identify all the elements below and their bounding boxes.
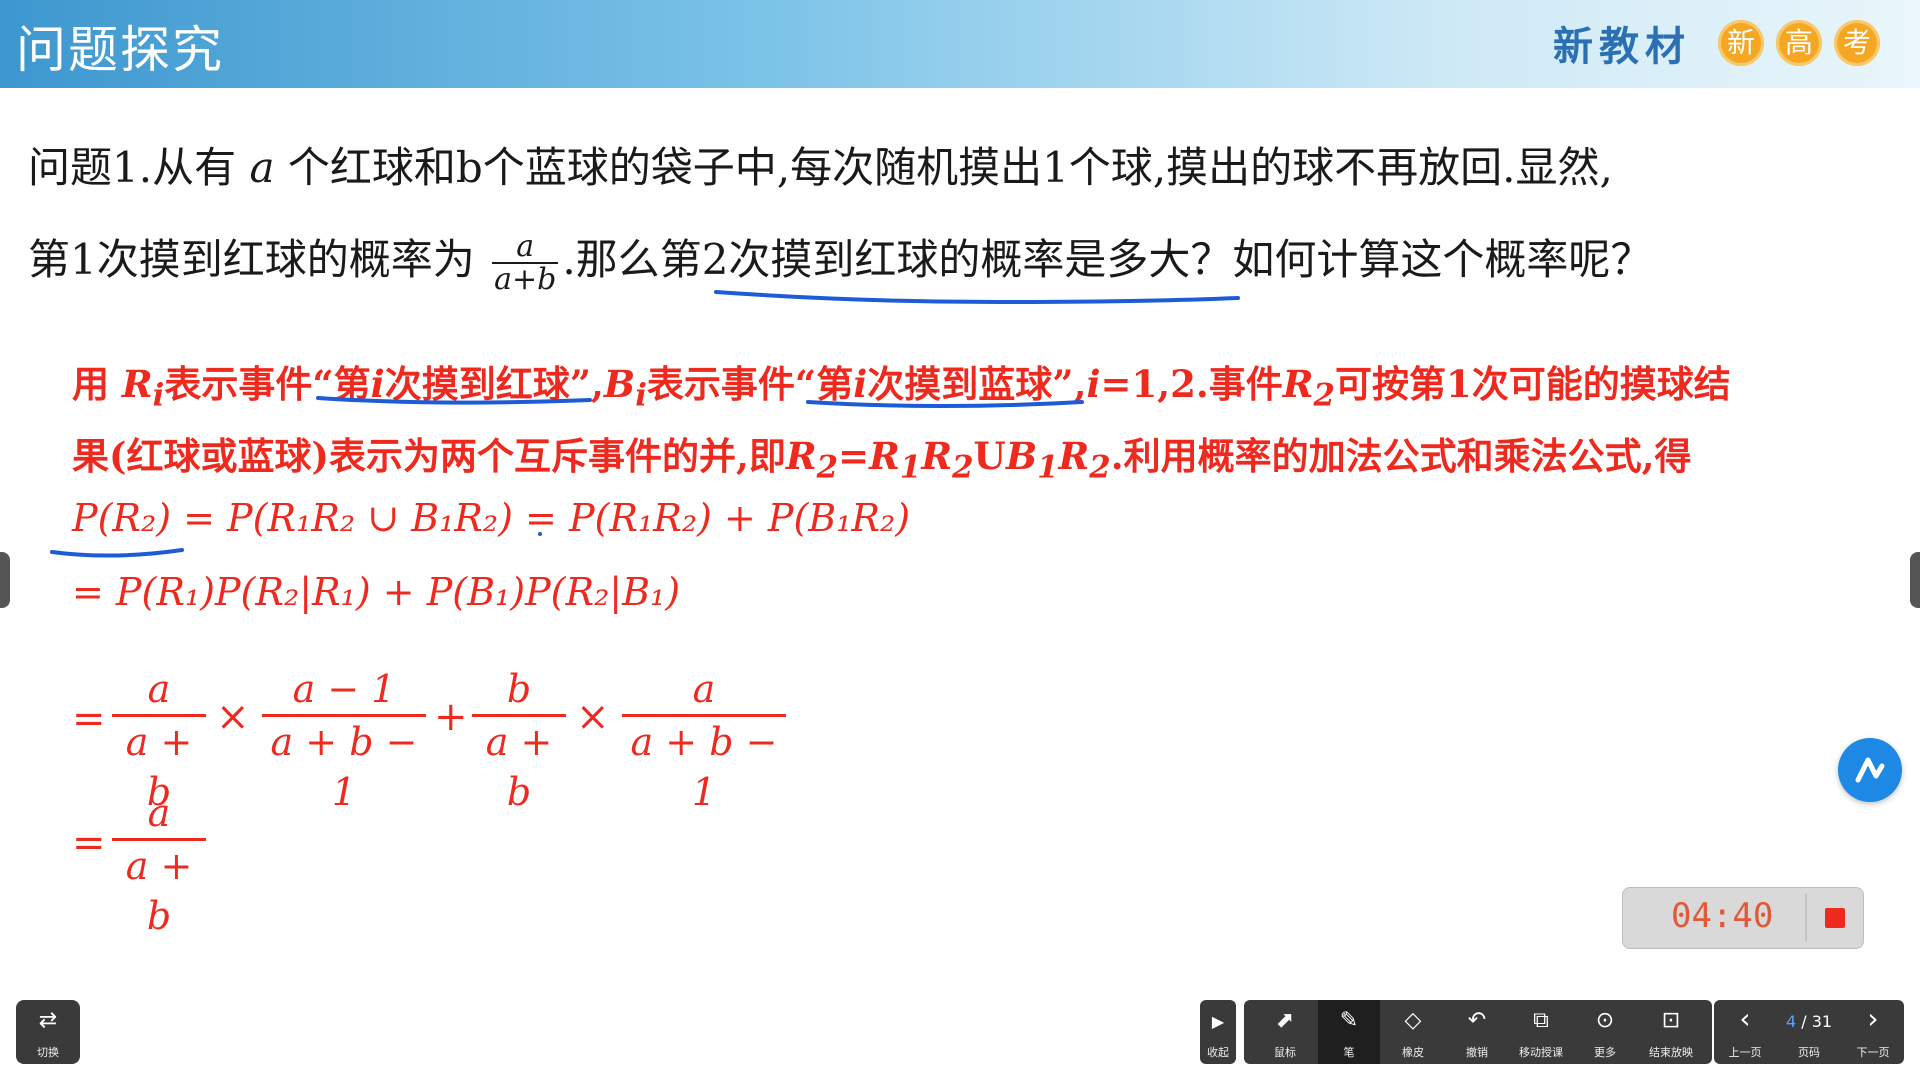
cursor-icon: ⬈	[1275, 1008, 1295, 1033]
tool-label: 更多	[1594, 1046, 1616, 1059]
tool-eraser[interactable]: ◇ 橡皮	[1382, 1000, 1444, 1064]
next-page-button[interactable]: › 下一页	[1842, 1000, 1904, 1064]
tool-more[interactable]: ⊙ 更多	[1574, 1000, 1636, 1064]
page-indicator[interactable]: 4 / 31 页码	[1778, 1000, 1840, 1064]
page-label: 页码	[1798, 1046, 1820, 1059]
collapse-label: 收起	[1207, 1046, 1229, 1059]
assistant-float-button[interactable]	[1838, 738, 1902, 802]
timer-value: 04:40	[1671, 896, 1774, 936]
paging-toolbar: ‹ 上一页 4 / 31 页码 › 下一页	[1714, 1000, 1904, 1064]
left-side-tab[interactable]	[0, 552, 10, 608]
ink-underline-question	[714, 290, 1240, 305]
current-page: 4	[1785, 1012, 1797, 1031]
timer-stop-button[interactable]	[1825, 908, 1845, 928]
chevron-right-icon: ›	[1867, 1002, 1879, 1035]
chevron-left-icon: ‹	[1739, 1002, 1751, 1035]
tool-mouse[interactable]: ⬈ 鼠标	[1254, 1000, 1316, 1064]
pen-icon: ✎	[1339, 1008, 1359, 1033]
collapse-toolbar-button[interactable]: ▶ 收起	[1200, 1000, 1236, 1064]
tool-label: 撤销	[1466, 1046, 1488, 1059]
collapse-icon: ▶	[1211, 1012, 1225, 1031]
switch-icon: ⇄	[38, 1008, 58, 1033]
prev-page-label: 上一页	[1728, 1046, 1762, 1059]
next-page-label: 下一页	[1856, 1046, 1890, 1059]
assistant-icon	[1855, 757, 1885, 783]
ink-dot	[538, 532, 542, 536]
tool-label: 橡皮	[1402, 1046, 1424, 1059]
tool-undo[interactable]: ↶ 撤销	[1446, 1000, 1508, 1064]
switch-button[interactable]: ⇄ 切换	[16, 1000, 80, 1064]
ink-underline-blue-event	[806, 400, 1084, 408]
ink-underline-p-r2	[50, 548, 184, 558]
page-number: 4 / 31	[1778, 1012, 1840, 1031]
undo-icon: ↶	[1467, 1008, 1487, 1033]
switch-label: 切换	[37, 1046, 59, 1059]
timer-divider	[1805, 894, 1807, 942]
tool-label: 移动授课	[1519, 1046, 1563, 1059]
eraser-icon: ◇	[1404, 1008, 1422, 1033]
tool-label: 笔	[1343, 1046, 1355, 1059]
prev-page-button[interactable]: ‹ 上一页	[1714, 1000, 1776, 1064]
total-pages: 31	[1811, 1012, 1833, 1031]
end-show-icon: ⊡	[1661, 1008, 1681, 1033]
page-separator: /	[1796, 1012, 1812, 1031]
more-icon: ⊙	[1595, 1008, 1615, 1033]
mobile-teach-icon: ⧉	[1533, 1008, 1549, 1033]
tool-mobile-teach[interactable]: ⧉ 移动授课	[1510, 1000, 1572, 1064]
countdown-timer: 04:40	[1622, 887, 1864, 949]
right-side-tab[interactable]	[1910, 552, 1920, 608]
tool-label: 结束放映	[1649, 1046, 1693, 1059]
tool-end-show[interactable]: ⊡ 结束放映	[1640, 1000, 1702, 1064]
annotation-toolbar: ⬈ 鼠标 ✎ 笔 ◇ 橡皮 ↶ 撤销 ⧉ 移动授课 ⊙ 更多 ⊡ 结束放映	[1244, 1000, 1712, 1064]
tool-label: 鼠标	[1274, 1046, 1296, 1059]
ink-underline-red-event	[316, 396, 592, 405]
tool-pen[interactable]: ✎ 笔	[1318, 1000, 1380, 1064]
